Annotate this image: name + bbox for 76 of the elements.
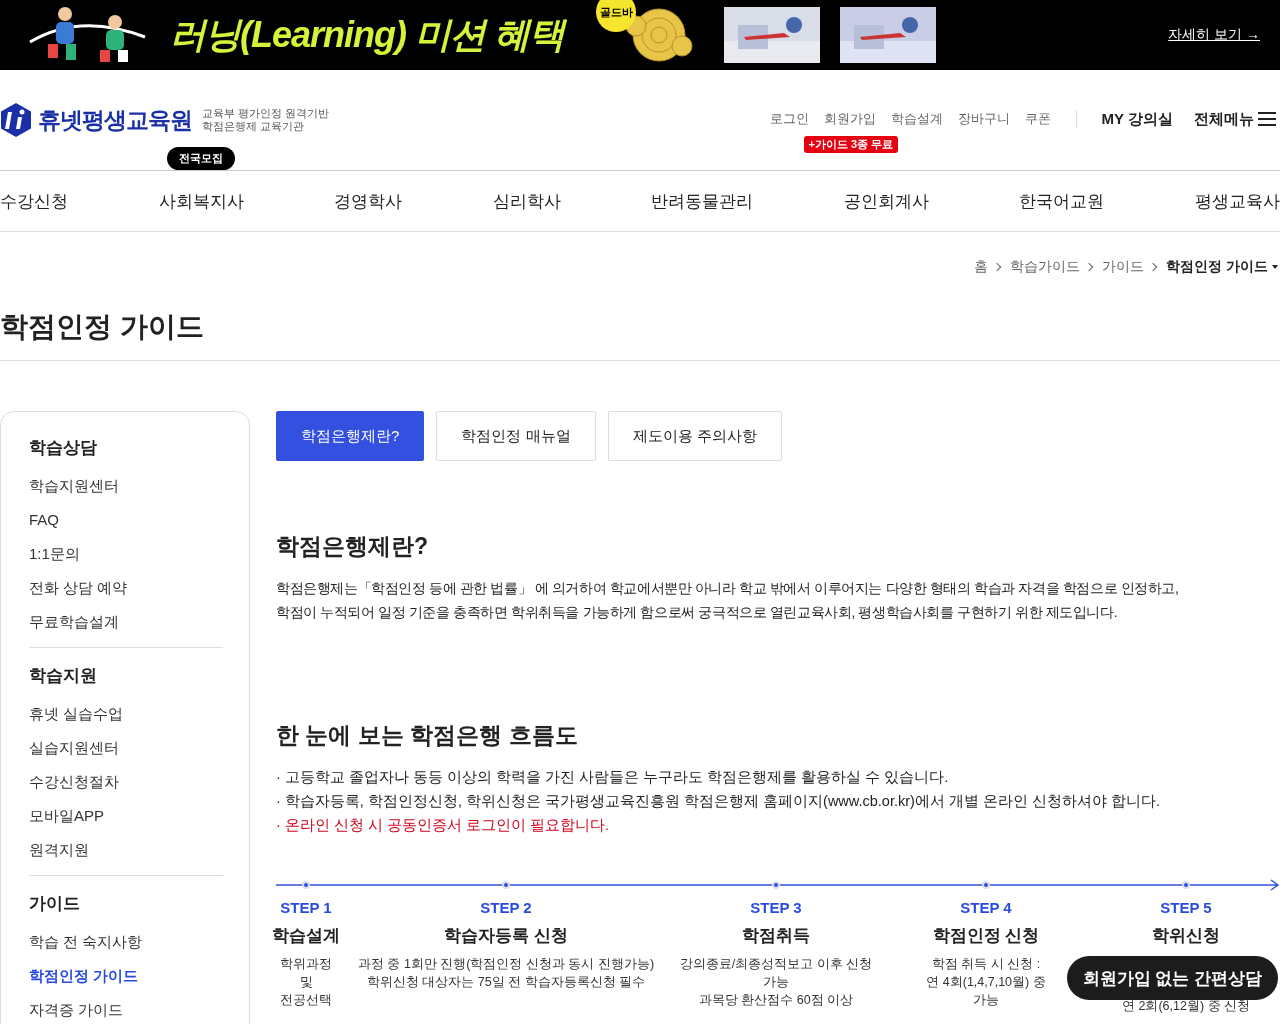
sidebar-heading: 가이드 bbox=[29, 893, 81, 915]
sidebar-item[interactable]: 휴넷 실습수업 bbox=[29, 697, 223, 731]
sidebar-item[interactable]: 모바일APP bbox=[29, 799, 223, 833]
step-description: 학위과정 bbox=[280, 956, 332, 973]
intro-paragraph: 학점은행제는「학점인정 등에 관한 법률」 에 의거하여 학교에서뿐만 아니라 학교 밖에서 이루어지는 다양한 형태의 학습과 자격을 학점으로 인정하고, 학점이 누적되어 일정 기준을 충족하면 학위취득을 가능하게 함으로써 궁극적으로 열린교육사회, 평생학습사회를 구현하기 위한 제도입니다. bbox=[276, 579, 1180, 622]
step-description: 가능 bbox=[972, 992, 1000, 1009]
prize-badge: 골드바 bbox=[596, 0, 636, 32]
sidebar-item[interactable]: 전화 상담 예약 bbox=[29, 571, 223, 605]
sidebar-item[interactable]: FAQ bbox=[29, 503, 223, 537]
bullet-text: · 온라인 신청 시 공동인증서 로그인이 필요합니다. bbox=[276, 816, 611, 835]
sidebar-item[interactable]: 무료학습설계 bbox=[29, 605, 223, 639]
sidebar-item[interactable]: 원격지원 bbox=[29, 833, 223, 867]
step-title: 학위신청 bbox=[1152, 925, 1220, 947]
breadcrumb-link[interactable]: 홈 bbox=[974, 258, 989, 276]
step-title: 학습자등록 신청 bbox=[444, 925, 568, 947]
section-title: 한 눈에 보는 학점은행 흐름도 bbox=[276, 721, 579, 750]
sidebar-item[interactable]: 실습지원센터 bbox=[29, 731, 223, 765]
step-title: 학점인정 신청 bbox=[932, 925, 1040, 947]
step-description: 연 2회(6,12월) 중 신청 bbox=[1122, 998, 1250, 1015]
consultation-button[interactable]: 회원가입 없는 간편상담 bbox=[1066, 956, 1278, 1000]
nav-item[interactable]: 심리학사 bbox=[492, 191, 561, 211]
step-title: 학점취득 bbox=[742, 925, 810, 947]
step-title: 학습설계 bbox=[272, 925, 340, 947]
sidebar-heading: 학습상담 bbox=[29, 437, 98, 459]
step-label: STEP 3 bbox=[750, 899, 802, 916]
menu-icon bbox=[1258, 112, 1276, 126]
breadcrumb-link[interactable]: 학습가이드 bbox=[1010, 258, 1081, 276]
step-description: 전공선택 bbox=[280, 992, 332, 1009]
nav-item[interactable]: 사회복지사 bbox=[158, 191, 244, 211]
tab[interactable]: 학점인정 매뉴얼 bbox=[436, 411, 596, 461]
step-label: STEP 4 bbox=[960, 899, 1012, 916]
sidebar-item[interactable]: 1:1문의 bbox=[29, 537, 223, 571]
nav-item[interactable]: 한국어교원 bbox=[1019, 191, 1105, 211]
page-title: 학점인정 가이드 bbox=[0, 308, 1280, 361]
sidebar-item[interactable]: 학습 전 숙지사항 bbox=[29, 925, 223, 959]
nav-item[interactable]: 공인회계사 bbox=[843, 191, 929, 211]
step-description: 과정 중 1회만 진행(학점인정 신청과 동시 진행가능) bbox=[357, 956, 655, 973]
header-link[interactable]: 장바구니 bbox=[957, 111, 1010, 126]
step-label: STEP 5 bbox=[1160, 899, 1212, 916]
header-link[interactable]: 로그인 bbox=[769, 111, 809, 126]
header-link[interactable]: 회원가입 bbox=[823, 111, 876, 126]
nav-item[interactable]: 수강신청 bbox=[0, 191, 68, 211]
sidebar-item[interactable]: 학점인정 가이드 bbox=[29, 959, 223, 993]
see-more-link[interactable]: 자세히 보기 → bbox=[1168, 26, 1260, 44]
nav-item[interactable]: 평생교육사 bbox=[1194, 191, 1280, 211]
logo-tagline: 학점은행제 교육기관 bbox=[202, 120, 305, 133]
nav-item[interactable]: 반려동물관리 bbox=[651, 191, 754, 211]
nav-item[interactable]: 경영학사 bbox=[334, 191, 403, 211]
breadcrumb-current[interactable]: 학점인정 가이드 bbox=[1166, 258, 1278, 276]
my-classroom-link[interactable]: MY 강의실 bbox=[1101, 109, 1173, 129]
step-description: 연 4회(1,4,7,10월) 중 bbox=[926, 974, 1046, 991]
step-description: 과목당 환산점수 60점 이상 bbox=[697, 992, 855, 1009]
tab[interactable]: 제도이용 주의사항 bbox=[607, 411, 782, 461]
step-description: 학점 취득 시 신청 : bbox=[930, 956, 1042, 973]
logo-name[interactable]: 휴넷평생교육원 bbox=[38, 104, 192, 136]
sidebar-item[interactable]: 자격증 가이드 bbox=[29, 993, 223, 1024]
sidebar-item[interactable]: 학습지원센터 bbox=[29, 469, 223, 503]
step-label: STEP 2 bbox=[480, 899, 532, 916]
tab[interactable]: 학점은행제란? bbox=[276, 411, 425, 461]
step-description: 강의종료/최종성적보고 이후 신청가능 bbox=[678, 956, 874, 991]
bullet-text: · 고등학교 졸업자나 동등 이상의 학력을 가진 사람들은 누구라도 학점은행제를 활용하실 수 있습니다. bbox=[276, 768, 950, 787]
step-description: 및 bbox=[298, 974, 314, 991]
promo-tag: +가이드 3종 무료 bbox=[803, 136, 899, 153]
full-menu-button[interactable]: 전체메뉴 bbox=[1194, 109, 1276, 129]
bullet-text: · 학습자등록, 학점인정신청, 학위신청은 국가평생교육진흥원 학점은행제 홈페이지(www.cb.or.kr)에서 개별 온라인 신청하셔야 합니다. bbox=[276, 792, 1162, 811]
logo-tagline: 교육부 평가인정 원격기반 bbox=[202, 107, 329, 120]
sidebar-heading: 학습지원 bbox=[29, 665, 98, 687]
breadcrumb-link[interactable]: 가이드 bbox=[1102, 258, 1145, 276]
section-title: 학점은행제란? bbox=[276, 532, 430, 561]
nav-badge: 전국모집 bbox=[167, 146, 236, 170]
step-description: 학위신청 대상자는 75일 전 학습자등록신청 필수 bbox=[365, 974, 647, 991]
step-label: STEP 1 bbox=[280, 899, 332, 916]
caret-icon bbox=[1272, 265, 1278, 269]
sidebar-item[interactable]: 수강신청절차 bbox=[29, 765, 223, 799]
header-link[interactable]: 쿠폰 bbox=[1024, 111, 1051, 126]
header-link[interactable]: 학습설계 bbox=[890, 111, 943, 126]
